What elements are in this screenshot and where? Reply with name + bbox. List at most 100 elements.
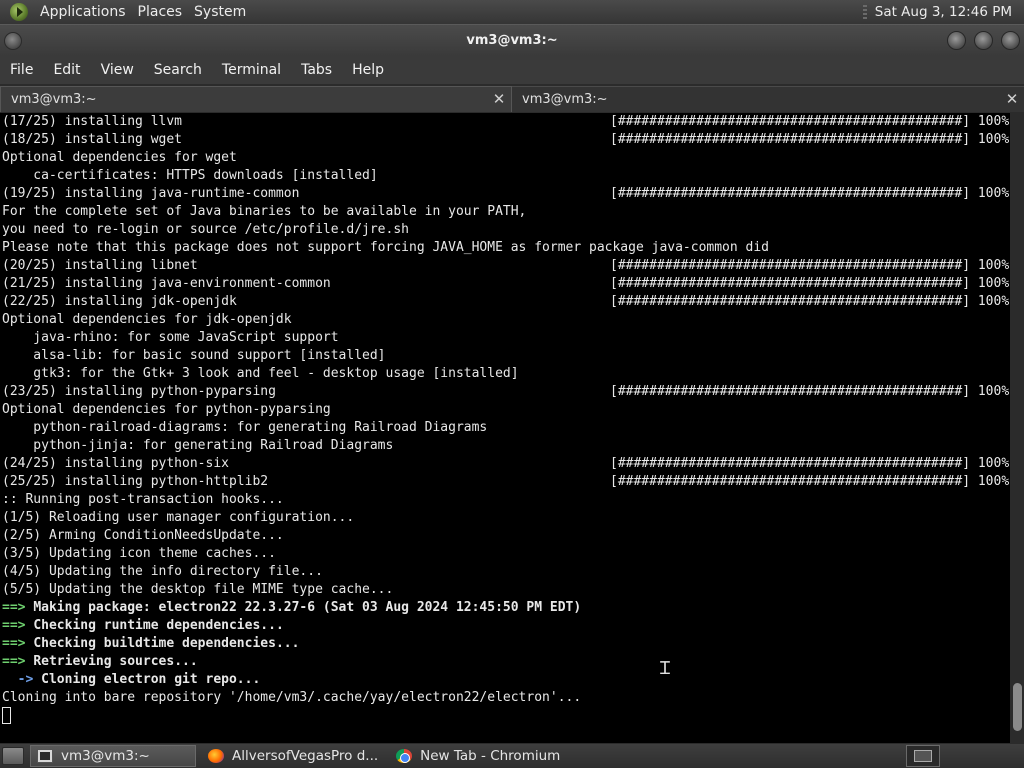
arrow-prefix-green: ==> [2,636,34,651]
minimize-icon[interactable] [947,31,966,50]
terminal-icon [37,749,53,763]
taskbar-item-terminal[interactable]: vm3@vm3:~ [30,745,196,767]
tab-terminal-2[interactable]: vm3@vm3:~ ✕ [512,86,1024,112]
terminal-line: (3/5) Updating icon theme caches... [2,545,276,563]
terminal-line-text: For the complete set of Java binaries to… [2,204,527,219]
terminal-line-text: Making package: electron22 22.3.27-6 (Sa… [33,600,582,615]
terminal-scrollbar[interactable] [1010,113,1024,743]
progress-bar-text: [#######################################… [610,456,1010,471]
distro-logo-icon[interactable] [10,3,28,21]
terminal-line: (23/25) installing python-pyparsing [2,383,276,401]
terminal-line: python-railroad-diagrams: for generating… [2,419,487,437]
terminal-line-text: (4/5) Updating the info directory file..… [2,564,323,579]
progress-bar-text: [#######################################… [610,474,1010,489]
top-panel: Applications Places System Sat Aug 3, 12… [0,0,1024,24]
menu-file[interactable]: File [0,62,43,78]
close-window-icon[interactable] [1001,31,1020,50]
terminal-line-text: (21/25) installing java-environment-comm… [2,276,331,291]
terminal-line-text: Checking runtime dependencies... [33,618,284,633]
tab-terminal-1[interactable]: vm3@vm3:~ ✕ [0,86,512,112]
terminal-line: (17/25) installing llvm [2,113,182,131]
terminal-line-text: python-railroad-diagrams: for generating… [2,420,488,435]
menu-view[interactable]: View [91,62,144,78]
menu-tabs[interactable]: Tabs [291,62,342,78]
terminal-line: (2/5) Arming ConditionNeedsUpdate... [2,527,284,545]
terminal-line: (1/5) Reloading user manager configurati… [2,509,354,527]
terminal-line-text: you need to re-login or source /etc/prof… [2,222,409,237]
close-tab-icon[interactable]: ✕ [1004,90,1020,108]
terminal-line-text: (2/5) Arming ConditionNeedsUpdate... [2,528,284,543]
terminal-line: ca-certificates: HTTPS downloads [instal… [2,167,377,185]
applications-menu[interactable]: Applications [34,4,132,20]
progress-bar-text: [#######################################… [610,114,1010,129]
terminal-line-text: java-rhino: for some JavaScript support [2,330,339,345]
progress-bar-text: [#######################################… [610,294,1010,309]
terminal-line: gtk3: for the Gtk+ 3 look and feel - des… [2,365,519,383]
terminal-line: (24/25) installing python-six [2,455,229,473]
terminal-line-text: (5/5) Updating the desktop file MIME typ… [2,582,394,597]
menu-edit[interactable]: Edit [43,62,90,78]
taskbar-item-firefox[interactable]: AllversofVegasPro d... [202,745,384,767]
workspace-switcher[interactable] [906,745,940,767]
progress-bar-text: [#######################################… [610,276,1010,291]
show-desktop-icon[interactable] [2,747,24,765]
window-titlebar[interactable]: vm3@vm3:~ [0,24,1024,56]
system-menu[interactable]: System [188,4,252,20]
tab-label: vm3@vm3:~ [522,92,608,107]
terminal-line: (5/5) Updating the desktop file MIME typ… [2,581,393,599]
maximize-icon[interactable] [974,31,993,50]
terminal-line-text: gtk3: for the Gtk+ 3 look and feel - des… [2,366,519,381]
terminal-line: Optional dependencies for python-pyparsi… [2,401,331,419]
terminal-line-text: (17/25) installing llvm [2,114,183,129]
window-menu-icon[interactable] [4,32,22,50]
taskbar-item-chromium[interactable]: New Tab - Chromium [390,745,566,767]
places-menu[interactable]: Places [132,4,189,20]
terminal-line-text: (1/5) Reloading user manager configurati… [2,510,355,525]
taskbar-item-label: vm3@vm3:~ [61,748,150,764]
terminal-line: Please note that this package does not s… [2,239,769,257]
close-tab-icon[interactable]: ✕ [491,90,507,108]
menu-search[interactable]: Search [144,62,212,78]
terminal-line: java-rhino: for some JavaScript support [2,329,339,347]
terminal-line: Cloning into bare repository '/home/vm3/… [2,689,581,707]
terminal-line-text: Optional dependencies for jdk-openjdk [2,312,292,327]
text-cursor [2,707,11,724]
terminal-line-text: Optional dependencies for wget [2,150,237,165]
terminal-line: ==> Checking buildtime dependencies... [2,635,299,653]
scrollbar-thumb[interactable] [1013,683,1022,731]
terminal-line-text: (25/25) installing python-httplib2 [2,474,269,489]
terminal-line-text: Retrieving sources... [33,654,198,669]
terminal-line-text: Please note that this package does not s… [2,240,770,255]
progress-bar-text: [#######################################… [610,258,1010,273]
firefox-icon [208,749,224,763]
tab-bar: vm3@vm3:~ ✕ vm3@vm3:~ ✕ [0,86,1024,112]
terminal-menubar: File Edit View Search Terminal Tabs Help [0,56,1024,84]
terminal-line: (20/25) installing libnet [2,257,198,275]
terminal-line: ==> Checking runtime dependencies... [2,617,284,635]
progress-bar-text: [#######################################… [610,132,1010,147]
terminal-line-text: Checking buildtime dependencies... [33,636,300,651]
terminal-line: (21/25) installing java-environment-comm… [2,275,331,293]
bottom-taskbar: vm3@vm3:~ AllversofVegasPro d... New Tab… [0,744,1024,768]
terminal-line-text: :: Running post-transaction hooks... [2,492,284,507]
terminal-line-text: Cloning into bare repository '/home/vm3/… [2,690,582,705]
clock[interactable]: Sat Aug 3, 12:46 PM [875,4,1012,20]
terminal-line: (22/25) installing jdk-openjdk [2,293,237,311]
terminal-line-text: (3/5) Updating icon theme caches... [2,546,276,561]
ibeam-cursor-icon: Ɪ [660,658,671,679]
terminal-output[interactable]: Ɪ (17/25) installing llvm [##############… [0,113,1010,743]
arrow-prefix-green: ==> [2,600,34,615]
menu-terminal[interactable]: Terminal [212,62,291,78]
menu-help[interactable]: Help [342,62,394,78]
terminal-line: :: Running post-transaction hooks... [2,491,284,509]
panel-separator [862,5,867,19]
taskbar-item-label: AllversofVegasPro d... [232,748,379,764]
terminal-line: Optional dependencies for jdk-openjdk [2,311,292,329]
terminal-line: Optional dependencies for wget [2,149,237,167]
terminal-line: alsa-lib: for basic sound support [insta… [2,347,385,365]
terminal-line: -> Cloning electron git repo... [2,671,261,689]
terminal-line: ==> Making package: electron22 22.3.27-6… [2,599,581,617]
taskbar-item-label: New Tab - Chromium [420,748,561,764]
terminal-line-text: (18/25) installing wget [2,132,183,147]
terminal-line-text: (23/25) installing python-pyparsing [2,384,276,399]
